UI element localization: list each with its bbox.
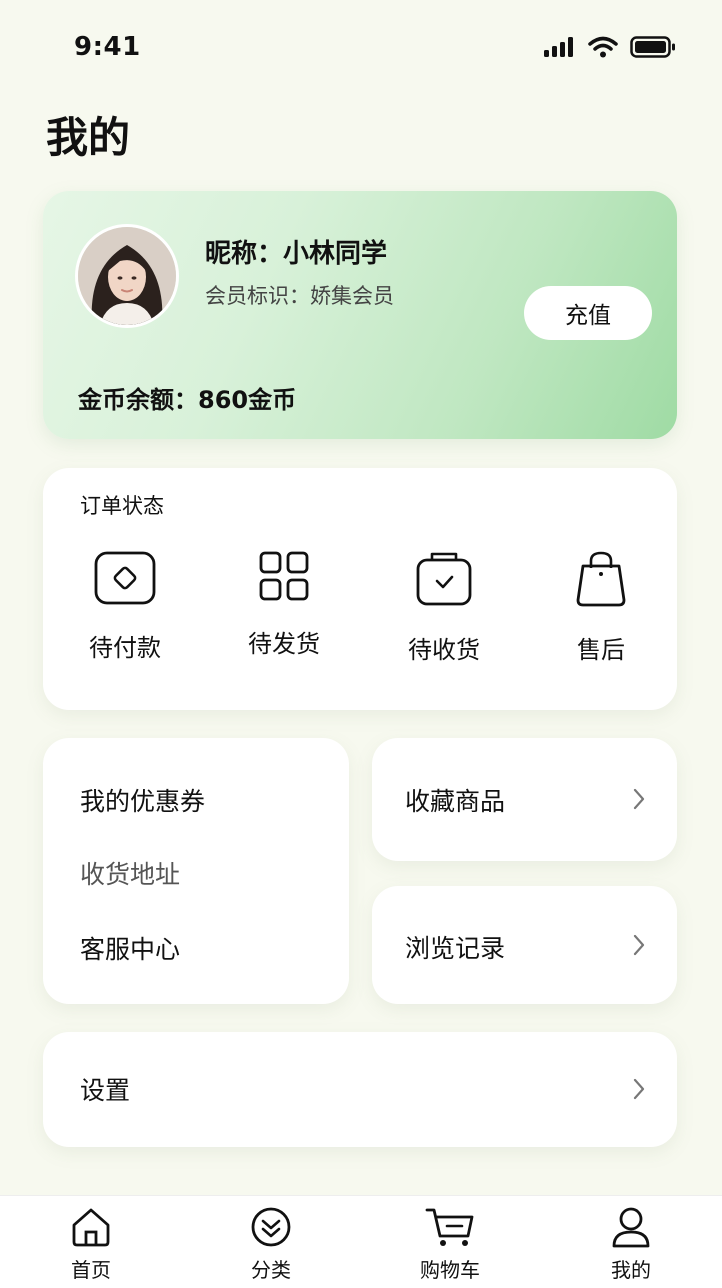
avatar[interactable] [75, 224, 179, 328]
tab-cart-label: 购物车 [420, 1258, 480, 1282]
order-pending-payment-label: 待付款 [89, 634, 161, 662]
recharge-button[interactable]: 充值 [524, 286, 652, 340]
shipping-address-link[interactable]: 收货地址 [80, 855, 180, 891]
category-icon [251, 1207, 291, 1247]
member-level: 会员标识：娇集会员 [205, 284, 394, 308]
order-status-card: 订单状态 待付款 待发货 待收货 售后 [43, 468, 677, 710]
tab-cart[interactable]: 购物车 [400, 1206, 500, 1283]
tab-category-label: 分类 [251, 1258, 291, 1282]
tab-mine[interactable]: 我的 [581, 1206, 681, 1283]
package-check-icon [416, 552, 472, 606]
tab-home[interactable]: 首页 [41, 1206, 141, 1283]
tab-bar: 首页 分类 购物车 我的 [0, 1195, 722, 1288]
order-after-sales-label: 售后 [577, 636, 625, 664]
history-label: 浏览记录 [405, 934, 506, 963]
order-pending-shipment[interactable]: 待发货 [224, 550, 344, 659]
services-card: 我的优惠券 收货地址 客服中心 [43, 738, 349, 1004]
order-pending-payment[interactable]: 待付款 [65, 550, 185, 663]
coin-balance: 金币余额：860金币 [78, 386, 297, 414]
cart-icon [425, 1208, 474, 1246]
user-icon [612, 1207, 650, 1248]
chevron-right-icon [633, 934, 645, 956]
battery-icon [630, 36, 675, 58]
customer-service-link[interactable]: 客服中心 [80, 930, 180, 966]
order-status-title: 订单状态 [80, 494, 164, 518]
history-card[interactable]: 浏览记录 [372, 886, 677, 1004]
profile-card: 昵称：小林同学 会员标识：娇集会员 充值 金币余额：860金币 [43, 191, 677, 439]
shopping-bag-icon [576, 551, 626, 607]
order-after-sales[interactable]: 售后 [541, 550, 661, 665]
tab-category[interactable]: 分类 [221, 1206, 321, 1283]
order-pending-receipt-label: 待收货 [408, 636, 480, 664]
wifi-icon [588, 36, 618, 58]
chevron-right-icon [633, 788, 645, 810]
tab-mine-label: 我的 [611, 1258, 651, 1282]
nickname: 昵称：小林同学 [205, 239, 388, 269]
chevron-right-icon [633, 1078, 645, 1100]
my-coupons-link[interactable]: 我的优惠券 [80, 782, 205, 818]
grid-icon [259, 551, 309, 601]
status-bar: 9:41 [0, 0, 722, 96]
settings-card[interactable]: 设置 [43, 1032, 677, 1147]
signal-icon [544, 37, 573, 57]
status-icons [544, 36, 676, 58]
wallet-icon [94, 551, 156, 605]
settings-label: 设置 [80, 1076, 131, 1105]
home-icon [72, 1208, 110, 1247]
page-title: 我的 [46, 113, 131, 162]
order-pending-receipt[interactable]: 待收货 [384, 550, 504, 665]
favorites-label: 收藏商品 [405, 787, 506, 816]
tab-home-label: 首页 [71, 1258, 111, 1282]
favorites-card[interactable]: 收藏商品 [372, 738, 677, 861]
status-time: 9:41 [74, 32, 141, 62]
order-pending-shipment-label: 待发货 [248, 630, 320, 658]
